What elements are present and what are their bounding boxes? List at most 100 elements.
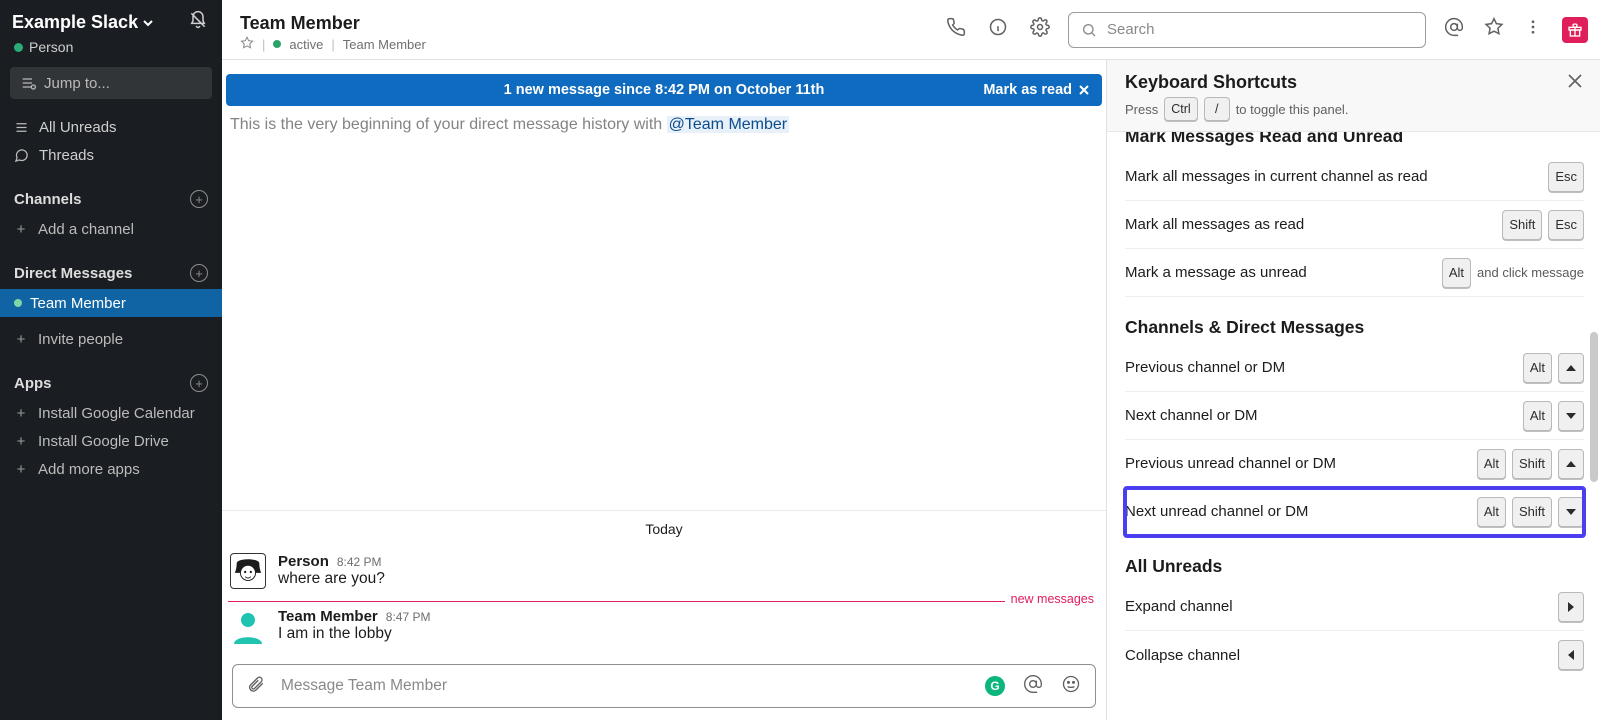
dm-item-team-member[interactable]: Team Member	[0, 289, 222, 317]
shortcut-row: Expand channel	[1125, 583, 1584, 631]
jump-to-label: Jump to...	[44, 75, 110, 92]
new-dm-icon[interactable]: +	[190, 264, 208, 282]
info-icon[interactable]	[988, 17, 1008, 42]
workspace-switcher[interactable]: Example Slack	[12, 12, 154, 33]
add-app-icon[interactable]: +	[190, 374, 208, 392]
mark-as-read-button[interactable]: Mark as read	[983, 82, 1102, 98]
shortcut-row: Previous unread channel or DM Alt Shift	[1125, 440, 1584, 488]
scrollbar[interactable]	[1590, 172, 1598, 710]
key-alt: Alt	[1442, 258, 1471, 288]
message-time: 8:42 PM	[337, 555, 382, 569]
gift-icon[interactable]	[1562, 17, 1588, 43]
key-slash: /	[1204, 97, 1230, 121]
mention-link[interactable]: @Team Member	[667, 116, 790, 133]
plus-icon: +	[14, 461, 28, 478]
close-icon[interactable]	[1078, 84, 1090, 96]
message-text: I am in the lobby	[278, 625, 1098, 643]
shortcut-row-highlighted: Next unread channel or DM Alt Shift	[1125, 488, 1584, 536]
section-nav: Channels & Direct Messages	[1125, 317, 1584, 338]
channels-header[interactable]: Channels +	[0, 183, 222, 215]
key-up-arrow	[1558, 353, 1584, 383]
nav-threads[interactable]: Threads	[0, 141, 222, 169]
new-messages-divider: new messages	[228, 601, 1100, 602]
mentions-icon[interactable]	[1444, 17, 1464, 42]
shortcut-row: Collapse channel	[1125, 631, 1584, 679]
presence-text: active	[289, 37, 323, 52]
add-more-apps[interactable]: + Add more apps	[0, 455, 222, 483]
shortcut-row: Mark all messages as read Shift Esc	[1125, 201, 1584, 249]
key-down-arrow	[1558, 497, 1584, 527]
new-message-banner: 1 new message since 8:42 PM on October 1…	[226, 74, 1102, 106]
key-esc: Esc	[1548, 162, 1584, 192]
plus-icon: +	[14, 433, 28, 450]
app-install-gcal[interactable]: + Install Google Calendar	[0, 399, 222, 427]
message-composer[interactable]: G	[232, 664, 1096, 708]
composer-input[interactable]	[279, 676, 971, 696]
presence-dot-icon	[14, 299, 22, 307]
panel-subtitle: Press Ctrl / to toggle this panel.	[1125, 97, 1348, 121]
key-alt: Alt	[1477, 497, 1506, 527]
key-down-arrow	[1558, 401, 1584, 431]
panel-scroll[interactable]: Mark Messages Read and Unread Mark all m…	[1107, 132, 1600, 720]
key-alt: Alt	[1523, 353, 1552, 383]
star-icon[interactable]	[1484, 17, 1504, 42]
key-shift: Shift	[1502, 210, 1542, 240]
topbar: Team Member | active | Team Member Searc…	[222, 0, 1600, 60]
jump-to[interactable]: Jump to...	[10, 67, 212, 99]
key-shift: Shift	[1512, 449, 1552, 479]
shortcut-row: Next channel or DM Alt	[1125, 392, 1584, 440]
avatar[interactable]	[230, 553, 266, 589]
gear-icon[interactable]	[1030, 17, 1050, 42]
message: Team Member 8:47 PM I am in the lobby	[222, 602, 1106, 650]
main: Team Member | active | Team Member Searc…	[222, 0, 1600, 720]
attach-icon[interactable]	[247, 675, 265, 698]
plus-icon: +	[14, 331, 28, 348]
nav-all-unreads[interactable]: All Unreads	[0, 113, 222, 141]
add-channel[interactable]: + Add a channel	[0, 215, 222, 243]
shortcuts-panel: Keyboard Shortcuts Press Ctrl / to toggl…	[1106, 60, 1600, 720]
conversation-title: Team Member	[240, 13, 426, 34]
date-divider: Today	[222, 511, 1106, 547]
key-alt: Alt	[1477, 449, 1506, 479]
shortcut-row: Mark all messages in current channel as …	[1125, 153, 1584, 201]
mention-icon[interactable]	[1023, 674, 1043, 699]
app-install-gdrive[interactable]: + Install Google Drive	[0, 427, 222, 455]
message-author[interactable]: Person	[278, 553, 329, 570]
key-up-arrow	[1558, 449, 1584, 479]
workspace-name: Example Slack	[12, 12, 138, 33]
key-shift: Shift	[1512, 497, 1552, 527]
presence-dot-icon	[273, 40, 281, 48]
emoji-icon[interactable]	[1061, 674, 1081, 699]
invite-people[interactable]: + Invite people	[0, 325, 222, 353]
panel-title: Keyboard Shortcuts	[1125, 72, 1348, 93]
message-time: 8:47 PM	[386, 610, 431, 624]
chevron-down-icon	[142, 17, 154, 29]
jump-icon	[20, 75, 36, 91]
dm-header[interactable]: Direct Messages +	[0, 257, 222, 289]
star-icon[interactable]	[240, 36, 254, 53]
search-placeholder: Search	[1107, 21, 1155, 38]
close-panel-button[interactable]	[1566, 72, 1584, 95]
conversation-header: Team Member | active | Team Member	[222, 7, 426, 53]
conversation: 1 new message since 8:42 PM on October 1…	[222, 60, 1106, 720]
key-esc: Esc	[1548, 210, 1584, 240]
message-author[interactable]: Team Member	[278, 608, 378, 625]
current-user[interactable]: Person	[0, 35, 222, 67]
search-input[interactable]: Search	[1068, 12, 1426, 48]
conversation-intro: This is the very beginning of your direc…	[222, 106, 1106, 134]
key-alt: Alt	[1523, 401, 1552, 431]
add-channel-icon[interactable]: +	[190, 190, 208, 208]
bell-icon[interactable]	[188, 10, 208, 35]
key-left-arrow	[1558, 640, 1584, 670]
current-user-name: Person	[29, 39, 73, 55]
shortcut-row: Mark a message as unread Alt and click m…	[1125, 249, 1584, 297]
call-icon[interactable]	[946, 17, 966, 42]
apps-header[interactable]: Apps +	[0, 367, 222, 399]
section-unreads: All Unreads	[1125, 556, 1584, 577]
more-icon[interactable]	[1524, 18, 1542, 41]
list-icon	[14, 120, 29, 135]
message-text: where are you?	[278, 570, 1098, 588]
presence-dot-icon	[14, 43, 23, 52]
avatar[interactable]	[230, 608, 266, 644]
grammarly-icon[interactable]: G	[985, 676, 1005, 696]
